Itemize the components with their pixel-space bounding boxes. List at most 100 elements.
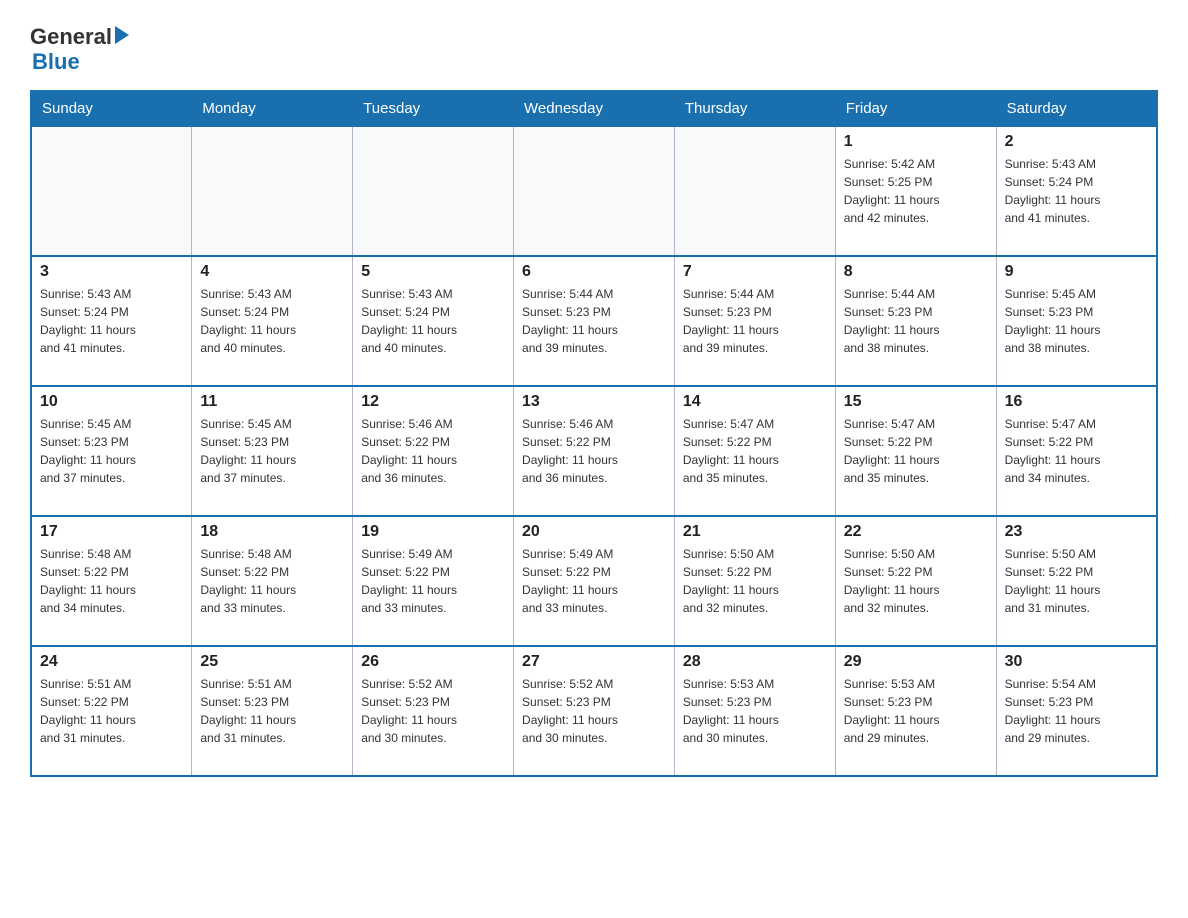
day-number: 17 [40,523,183,541]
calendar-table: SundayMondayTuesdayWednesdayThursdayFrid… [30,90,1158,777]
logo-arrow-icon [115,26,129,44]
day-number: 18 [200,523,344,541]
day-info: Sunrise: 5:50 AM Sunset: 5:22 PM Dayligh… [1005,545,1148,617]
day-number: 9 [1005,263,1148,281]
calendar-header-saturday: Saturday [996,91,1157,126]
day-info: Sunrise: 5:51 AM Sunset: 5:22 PM Dayligh… [40,675,183,747]
calendar-cell: 8 Sunrise: 5:44 AM Sunset: 5:23 PM Daylig… [835,256,996,386]
header: General Blue [30,20,1158,75]
day-number: 24 [40,653,183,671]
day-info: Sunrise: 5:47 AM Sunset: 5:22 PM Dayligh… [844,415,988,487]
calendar-cell [514,126,675,256]
day-number: 22 [844,523,988,541]
day-number: 8 [844,263,988,281]
day-info: Sunrise: 5:45 AM Sunset: 5:23 PM Dayligh… [40,415,183,487]
logo-general: General [30,25,112,49]
day-number: 25 [200,653,344,671]
calendar-cell: 21 Sunrise: 5:50 AM Sunset: 5:22 PM Dayli… [674,516,835,646]
day-info: Sunrise: 5:48 AM Sunset: 5:22 PM Dayligh… [200,545,344,617]
day-number: 21 [683,523,827,541]
day-number: 2 [1005,133,1148,151]
calendar-cell: 25 Sunrise: 5:51 AM Sunset: 5:23 PM Dayli… [192,646,353,776]
calendar-cell: 26Sunrise: 5:52 AM Sunset: 5:23 PM Dayli… [353,646,514,776]
calendar-week-row: 17 Sunrise: 5:48 AM Sunset: 5:22 PM Dayli… [31,516,1157,646]
calendar-cell [353,126,514,256]
day-number: 13 [522,393,666,411]
calendar-cell [674,126,835,256]
calendar-week-row: 1 Sunrise: 5:42 AM Sunset: 5:25 PM Daylig… [31,126,1157,256]
day-number: 4 [200,263,344,281]
calendar-cell: 6 Sunrise: 5:44 AM Sunset: 5:23 PM Daylig… [514,256,675,386]
day-info: Sunrise: 5:45 AM Sunset: 5:23 PM Dayligh… [200,415,344,487]
day-info: Sunrise: 5:53 AM Sunset: 5:23 PM Dayligh… [683,675,827,747]
calendar-cell: 7Sunrise: 5:44 AM Sunset: 5:23 PM Daylig… [674,256,835,386]
calendar-cell: 1 Sunrise: 5:42 AM Sunset: 5:25 PM Daylig… [835,126,996,256]
calendar-cell: 2 Sunrise: 5:43 AM Sunset: 5:24 PM Daylig… [996,126,1157,256]
calendar-cell: 27 Sunrise: 5:52 AM Sunset: 5:23 PM Dayli… [514,646,675,776]
calendar-header-thursday: Thursday [674,91,835,126]
day-info: Sunrise: 5:44 AM Sunset: 5:23 PM Dayligh… [522,285,666,357]
day-info: Sunrise: 5:50 AM Sunset: 5:22 PM Dayligh… [844,545,988,617]
day-info: Sunrise: 5:49 AM Sunset: 5:22 PM Dayligh… [361,545,505,617]
day-number: 28 [683,653,827,671]
day-number: 1 [844,133,988,151]
day-number: 15 [844,393,988,411]
calendar-header-sunday: Sunday [31,91,192,126]
day-number: 30 [1005,653,1148,671]
day-info: Sunrise: 5:46 AM Sunset: 5:22 PM Dayligh… [522,415,666,487]
calendar-cell: 17 Sunrise: 5:48 AM Sunset: 5:22 PM Dayli… [31,516,192,646]
day-number: 3 [40,263,183,281]
calendar-week-row: 3 Sunrise: 5:43 AM Sunset: 5:24 PM Daylig… [31,256,1157,386]
day-info: Sunrise: 5:47 AM Sunset: 5:22 PM Dayligh… [683,415,827,487]
calendar-cell: 20Sunrise: 5:49 AM Sunset: 5:22 PM Dayli… [514,516,675,646]
logo: General Blue [30,20,129,75]
day-info: Sunrise: 5:46 AM Sunset: 5:22 PM Dayligh… [361,415,505,487]
day-number: 29 [844,653,988,671]
day-number: 20 [522,523,666,541]
day-info: Sunrise: 5:48 AM Sunset: 5:22 PM Dayligh… [40,545,183,617]
calendar-cell: 16Sunrise: 5:47 AM Sunset: 5:22 PM Dayli… [996,386,1157,516]
day-info: Sunrise: 5:54 AM Sunset: 5:23 PM Dayligh… [1005,675,1148,747]
day-info: Sunrise: 5:42 AM Sunset: 5:25 PM Dayligh… [844,155,988,227]
calendar-cell: 19 Sunrise: 5:49 AM Sunset: 5:22 PM Dayli… [353,516,514,646]
calendar-header-wednesday: Wednesday [514,91,675,126]
day-number: 26 [361,653,505,671]
calendar-cell: 30 Sunrise: 5:54 AM Sunset: 5:23 PM Dayli… [996,646,1157,776]
calendar-week-row: 10 Sunrise: 5:45 AM Sunset: 5:23 PM Dayli… [31,386,1157,516]
day-number: 27 [522,653,666,671]
calendar-cell: 9Sunrise: 5:45 AM Sunset: 5:23 PM Daylig… [996,256,1157,386]
calendar-cell: 5 Sunrise: 5:43 AM Sunset: 5:24 PM Daylig… [353,256,514,386]
day-number: 11 [200,393,344,411]
day-number: 6 [522,263,666,281]
calendar-header-row: SundayMondayTuesdayWednesdayThursdayFrid… [31,91,1157,126]
day-info: Sunrise: 5:51 AM Sunset: 5:23 PM Dayligh… [200,675,344,747]
calendar-cell: 18 Sunrise: 5:48 AM Sunset: 5:22 PM Dayli… [192,516,353,646]
day-info: Sunrise: 5:43 AM Sunset: 5:24 PM Dayligh… [361,285,505,357]
day-number: 23 [1005,523,1148,541]
calendar-cell: 10 Sunrise: 5:45 AM Sunset: 5:23 PM Dayli… [31,386,192,516]
day-number: 14 [683,393,827,411]
calendar-header-tuesday: Tuesday [353,91,514,126]
day-info: Sunrise: 5:43 AM Sunset: 5:24 PM Dayligh… [1005,155,1148,227]
day-number: 10 [40,393,183,411]
day-info: Sunrise: 5:43 AM Sunset: 5:24 PM Dayligh… [200,285,344,357]
day-info: Sunrise: 5:43 AM Sunset: 5:24 PM Dayligh… [40,285,183,357]
day-number: 7 [683,263,827,281]
calendar-header-monday: Monday [192,91,353,126]
calendar-cell: 24 Sunrise: 5:51 AM Sunset: 5:22 PM Dayli… [31,646,192,776]
day-info: Sunrise: 5:50 AM Sunset: 5:22 PM Dayligh… [683,545,827,617]
calendar-cell: 12 Sunrise: 5:46 AM Sunset: 5:22 PM Dayli… [353,386,514,516]
calendar-header-friday: Friday [835,91,996,126]
calendar-cell: 11 Sunrise: 5:45 AM Sunset: 5:23 PM Dayli… [192,386,353,516]
calendar-cell: 28 Sunrise: 5:53 AM Sunset: 5:23 PM Dayli… [674,646,835,776]
day-info: Sunrise: 5:44 AM Sunset: 5:23 PM Dayligh… [844,285,988,357]
calendar-cell: 13 Sunrise: 5:46 AM Sunset: 5:22 PM Dayli… [514,386,675,516]
day-number: 19 [361,523,505,541]
calendar-cell: 14 Sunrise: 5:47 AM Sunset: 5:22 PM Dayli… [674,386,835,516]
day-info: Sunrise: 5:52 AM Sunset: 5:23 PM Dayligh… [522,675,666,747]
day-number: 5 [361,263,505,281]
calendar-cell: 23 Sunrise: 5:50 AM Sunset: 5:22 PM Dayli… [996,516,1157,646]
calendar-week-row: 24 Sunrise: 5:51 AM Sunset: 5:22 PM Dayli… [31,646,1157,776]
calendar-cell: 29Sunrise: 5:53 AM Sunset: 5:23 PM Dayli… [835,646,996,776]
day-number: 12 [361,393,505,411]
